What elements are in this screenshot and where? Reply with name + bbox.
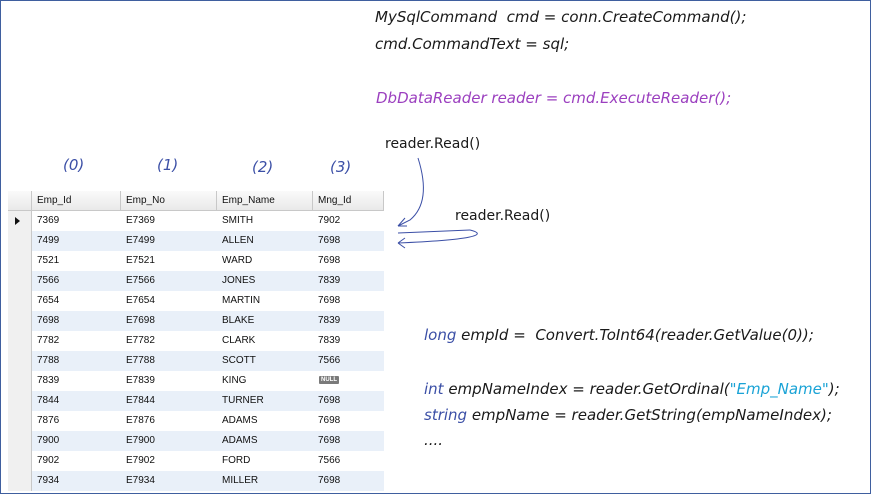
arrow-first-read: [397, 157, 424, 227]
annotation-arrows: [397, 157, 478, 249]
arrow-second-read: [397, 229, 478, 244]
arrow-second-read-tail: [397, 229, 471, 234]
